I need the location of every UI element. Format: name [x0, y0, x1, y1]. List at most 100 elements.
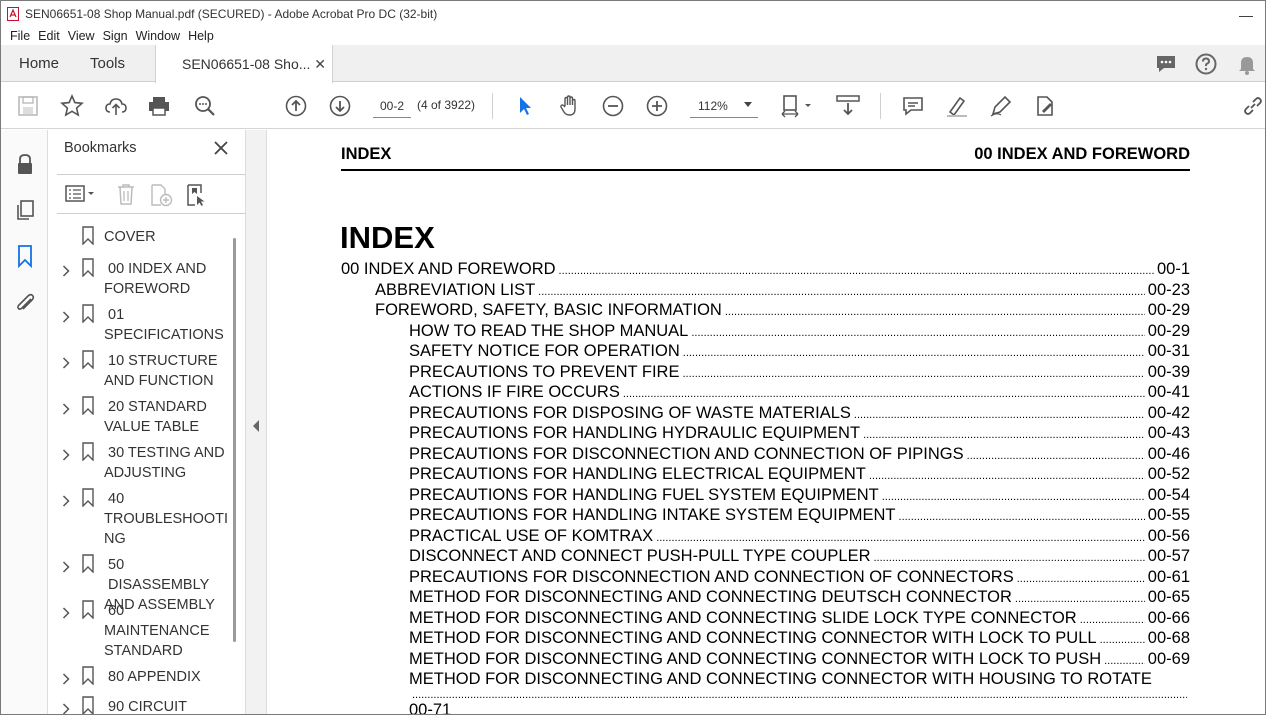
- bookmark-label-line: ADJUSTING: [104, 465, 187, 481]
- toc-entry[interactable]: PRECAUTIONS FOR DISCONNECTION AND CONNEC…: [409, 445, 1190, 465]
- close-tab-icon[interactable]: ✕: [314, 56, 326, 73]
- toc-entry[interactable]: ACTIONS IF FIRE OCCURS 00-41: [409, 383, 1190, 403]
- chevron-right-icon[interactable]: [62, 263, 70, 283]
- tab-home[interactable]: Home: [19, 45, 59, 82]
- toc-entry[interactable]: PRECAUTIONS FOR HANDLING HYDRAULIC EQUIP…: [409, 424, 1190, 444]
- fill-sign-icon[interactable]: [1033, 94, 1057, 118]
- bookmark-label: 30 TESTING AND ADJUSTING: [104, 443, 229, 483]
- chevron-right-icon[interactable]: [62, 605, 70, 625]
- toc-entry[interactable]: PRECAUTIONS FOR HANDLING INTAKE SYSTEM E…: [409, 506, 1190, 526]
- toc-entry[interactable]: METHOD FOR DISCONNECTING AND CONNECTING …: [409, 588, 1190, 608]
- chevron-right-icon[interactable]: [62, 493, 70, 513]
- document-viewer[interactable]: INDEX 00 INDEX AND FOREWORD INDEX 00 IND…: [267, 130, 1265, 714]
- notification-bell-icon[interactable]: [1235, 52, 1259, 76]
- toc-entry[interactable]: METHOD FOR DISCONNECTING AND CONNECTING …: [409, 650, 1190, 670]
- toc-entry[interactable]: SAFETY NOTICE FOR OPERATION 00-31: [409, 342, 1190, 362]
- star-icon[interactable]: [60, 94, 84, 118]
- delete-bookmark-icon[interactable]: [116, 183, 136, 210]
- previous-page-icon[interactable]: [284, 94, 308, 118]
- menu-window[interactable]: Window: [136, 29, 180, 43]
- scroll-mode-icon[interactable]: [834, 94, 862, 118]
- toc-entry-title: PRECAUTIONS FOR HANDLING FUEL SYSTEM EQU…: [409, 485, 879, 504]
- chevron-right-icon[interactable]: [62, 309, 70, 329]
- toc-entry-title: METHOD FOR DISCONNECTING AND CONNECTING …: [409, 670, 1152, 688]
- toc-entry[interactable]: METHOD FOR DISCONNECTING AND CONNECTING …: [409, 609, 1190, 629]
- highlight-pen-icon[interactable]: [945, 94, 969, 118]
- toc-entry[interactable]: METHOD FOR DISCONNECTING AND CONNECTING …: [409, 629, 1190, 649]
- page-number-input[interactable]: 00-2: [373, 94, 411, 118]
- chevron-right-icon[interactable]: [62, 355, 70, 375]
- lock-icon[interactable]: [13, 152, 37, 176]
- bookmark-panel-icon[interactable]: [13, 244, 37, 269]
- page-thumbnails-icon[interactable]: [13, 198, 37, 222]
- toc-entry[interactable]: PRECAUTIONS FOR HANDLING ELECTRICAL EQUI…: [409, 465, 1190, 485]
- new-bookmark-icon[interactable]: [149, 183, 173, 212]
- menu-file[interactable]: File: [10, 29, 30, 43]
- main-toolbar: 00-2 (4 of 3922) 112%: [1, 83, 1265, 129]
- tab-tools[interactable]: Tools: [90, 45, 125, 82]
- toc-entry-title: PRECAUTIONS FOR DISCONNECTION AND CONNEC…: [409, 444, 964, 463]
- chevron-right-icon[interactable]: [62, 447, 70, 467]
- print-icon[interactable]: [147, 94, 171, 118]
- toc-leader-dots: [1104, 655, 1145, 667]
- menu-edit[interactable]: Edit: [38, 29, 60, 43]
- page-title: INDEX: [340, 220, 435, 255]
- select-cursor-icon[interactable]: [513, 94, 537, 118]
- toc-leader-dots: [899, 511, 1145, 523]
- toc-leader-dots: [559, 265, 1154, 277]
- menu-help[interactable]: Help: [188, 29, 214, 43]
- page-fit-icon[interactable]: [781, 94, 813, 118]
- toc-leader-dots: [869, 470, 1145, 482]
- toc-leader-dots: [682, 368, 1144, 380]
- hand-tool-icon[interactable]: [557, 94, 581, 118]
- collapse-arrow-icon[interactable]: [253, 420, 259, 432]
- toc-entry-title: PRECAUTIONS FOR DISPOSING OF WASTE MATER…: [409, 403, 851, 422]
- toc-entry[interactable]: METHOD FOR DISCONNECTING AND CONNECTING …: [409, 670, 1190, 714]
- toc-entry[interactable]: PRECAUTIONS TO PREVENT FIRE 00-39: [409, 363, 1190, 383]
- menu-sign[interactable]: Sign: [103, 29, 128, 43]
- chevron-right-icon[interactable]: [62, 671, 70, 691]
- help-icon[interactable]: [1194, 52, 1218, 76]
- toc-entry[interactable]: FOREWORD, SAFETY, BASIC INFORMATION 00-29: [375, 301, 1190, 321]
- bookmark-options-icon[interactable]: [65, 184, 97, 209]
- toc-entry[interactable]: DISCONNECT AND CONNECT PUSH-PULL TYPE CO…: [409, 547, 1190, 567]
- toc-entry-page: 00-65: [1147, 588, 1190, 606]
- draw-pen-icon[interactable]: [989, 94, 1013, 118]
- toc-entry[interactable]: PRECAUTIONS FOR DISPOSING OF WASTE MATER…: [409, 404, 1190, 424]
- comment-bubble-icon[interactable]: [1154, 52, 1178, 76]
- header-rule: [341, 169, 1190, 171]
- link-icon[interactable]: [1241, 94, 1265, 118]
- comment-icon[interactable]: [901, 94, 925, 118]
- toc-entry-title: METHOD FOR DISCONNECTING AND CONNECTING …: [409, 649, 1102, 668]
- toc-entry[interactable]: PRECAUTIONS FOR HANDLING FUEL SYSTEM EQU…: [409, 486, 1190, 506]
- toc-entry[interactable]: PRECAUTIONS FOR DISCONNECTION AND CONNEC…: [409, 568, 1190, 588]
- chevron-right-icon[interactable]: [62, 701, 70, 714]
- toc-entry-page: 00-69: [1147, 649, 1190, 668]
- toc-entry-page: 00-42: [1147, 403, 1190, 422]
- save-icon[interactable]: [16, 94, 40, 118]
- panel-splitter[interactable]: [245, 130, 267, 714]
- zoom-in-icon[interactable]: [645, 94, 669, 118]
- menu-view[interactable]: View: [68, 29, 95, 43]
- toc-entry[interactable]: 00 INDEX AND FOREWORD 00-1: [341, 260, 1190, 280]
- chevron-right-icon[interactable]: [62, 401, 70, 421]
- find-bookmark-icon[interactable]: [185, 183, 209, 212]
- toc-entry[interactable]: ABBREVIATION LIST 00-23: [375, 281, 1190, 301]
- toc-entry-page: 00-46: [1147, 444, 1190, 463]
- tab-document[interactable]: SEN06651-08 Sho... ✕: [155, 45, 333, 83]
- attachment-paperclip-icon[interactable]: [13, 290, 37, 314]
- bookmark-icon: [82, 304, 94, 329]
- zoom-level-dropdown[interactable]: 112%: [690, 94, 758, 118]
- next-page-icon[interactable]: [328, 94, 352, 118]
- toc-entry[interactable]: PRACTICAL USE OF KOMTRAX 00-56: [409, 527, 1190, 547]
- zoom-search-icon[interactable]: [193, 94, 217, 118]
- zoom-out-icon[interactable]: [601, 94, 625, 118]
- upload-cloud-icon[interactable]: [104, 94, 128, 118]
- close-panel-icon[interactable]: [212, 139, 230, 162]
- toc-entry-page: 00-31: [1147, 342, 1190, 360]
- toc-entry[interactable]: HOW TO READ THE SHOP MANUAL 00-29: [409, 322, 1190, 342]
- minimize-button[interactable]: —: [1239, 7, 1253, 23]
- chevron-right-icon[interactable]: [62, 559, 70, 579]
- bookmark-scrollbar[interactable]: [233, 238, 236, 642]
- bookmark-label-line: 00 INDEX AND: [108, 261, 207, 277]
